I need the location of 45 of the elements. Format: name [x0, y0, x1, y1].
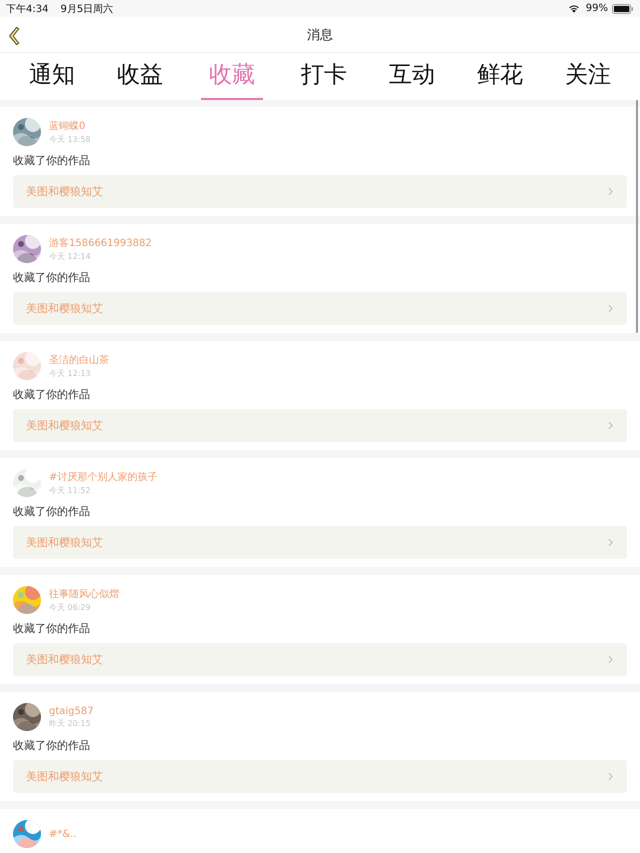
- message-text: 收藏了你的作品: [13, 387, 91, 402]
- message-time: 今天 06:29: [49, 602, 92, 613]
- status-date: 9月5日周六: [60, 2, 114, 16]
- work-link[interactable]: 美图和樱狼知艾: [13, 175, 627, 208]
- message-time: 今天 12:13: [49, 368, 92, 379]
- page-title: 消息: [307, 26, 333, 44]
- message-text: 收藏了你的作品: [13, 621, 91, 636]
- message-time: 今天 11:52: [49, 485, 92, 496]
- message-time: 今天 13:58: [49, 134, 91, 145]
- battery-icon: [612, 4, 634, 14]
- work-link[interactable]: 美图和樱狼知艾: [13, 526, 627, 559]
- message-time: 今天 12:14: [49, 251, 92, 262]
- tab[interactable]: 互动: [385, 53, 439, 102]
- user-name[interactable]: 游客1586661993882: [49, 236, 152, 250]
- chevron-right-icon: [608, 304, 613, 313]
- chevron-right-icon: [608, 538, 613, 547]
- battery-percent: 99%: [586, 3, 608, 14]
- tab[interactable]: 通知: [25, 53, 79, 102]
- status-time: 下午4:34: [6, 2, 48, 16]
- user-name[interactable]: #*&..: [49, 828, 77, 840]
- tab[interactable]: 收藏: [201, 53, 263, 100]
- user-name[interactable]: 蓝蝴蝶0: [49, 119, 91, 133]
- user-name[interactable]: gtaig587: [49, 706, 94, 716]
- user-name[interactable]: #讨厌那个别人家的孩子: [49, 470, 158, 484]
- message-text: 收藏了你的作品: [13, 153, 91, 168]
- user-name[interactable]: 圣洁的白山茶: [49, 353, 109, 367]
- chevron-icon: [8, 26, 20, 46]
- user-name[interactable]: 往事随风心似熠: [49, 587, 119, 601]
- work-link[interactable]: 美图和樱狼知艾: [13, 760, 627, 793]
- tab[interactable]: 鲜花: [473, 53, 527, 102]
- chevron-right-icon: [608, 421, 613, 430]
- chevron-right-icon: [608, 655, 613, 664]
- message-text: 收藏了你的作品: [13, 270, 91, 285]
- tab[interactable]: 打卡: [297, 53, 351, 102]
- work-link[interactable]: 美图和樱狼知艾: [13, 292, 627, 325]
- message-text: 收藏了你的作品: [13, 504, 91, 519]
- tab[interactable]: 收益: [113, 53, 167, 102]
- chevron-right-icon: [608, 187, 613, 196]
- tab[interactable]: 关注: [561, 53, 615, 102]
- message-text: 收藏了你的作品: [13, 738, 91, 753]
- work-link[interactable]: 美图和樱狼知艾: [13, 409, 627, 442]
- chevron-right-icon: [608, 772, 613, 781]
- work-link[interactable]: 美图和樱狼知艾: [13, 643, 627, 676]
- wifi-icon: [568, 4, 580, 13]
- message-time: 昨天 20:15: [49, 718, 92, 728]
